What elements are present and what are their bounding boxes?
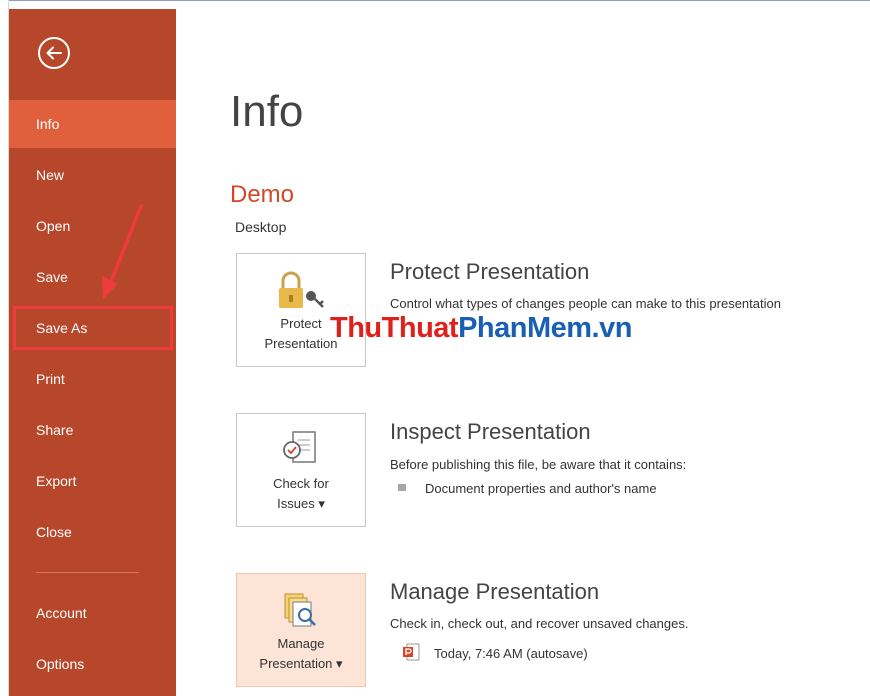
watermark-part2: PhanMem.vn xyxy=(458,312,632,344)
manage-versions-icon xyxy=(284,593,316,627)
annotation-arrow-icon xyxy=(102,204,143,299)
document-name: Demo xyxy=(230,181,295,208)
sidebar-divider xyxy=(36,572,139,573)
manage-tile-label: Manage Presentation ▾ xyxy=(237,634,365,674)
nav-print[interactable]: Print xyxy=(9,355,176,403)
inspect-section-description: Before publishing this file, be aware th… xyxy=(390,457,687,472)
nav-export[interactable]: Export xyxy=(9,457,176,505)
protect-tile-label-line2: Presentation xyxy=(264,336,338,351)
inspect-tile-label-line1: Check for xyxy=(273,476,329,491)
inspect-document-icon xyxy=(283,431,316,463)
protect-section-title: Protect Presentation xyxy=(390,259,590,284)
manage-section-description: Check in, check out, and recover unsaved… xyxy=(390,616,689,631)
inspect-bullet-text: Document properties and author's name xyxy=(425,481,657,496)
inspect-tile-label: Check for Issues ▾ xyxy=(237,474,365,514)
autosave-version-link[interactable]: Today, 7:46 AM (autosave) xyxy=(434,646,588,661)
manage-presentation-button[interactable]: Manage Presentation ▾ xyxy=(236,573,366,687)
manage-tile-label-line1: Manage xyxy=(277,636,325,651)
manage-section-title: Manage Presentation xyxy=(390,579,600,604)
backstage-main: Info Demo Desktop Protect Presentation P… xyxy=(176,9,870,696)
powerpoint-file-icon xyxy=(403,643,420,661)
lock-key-icon xyxy=(279,271,324,308)
manage-tile-label-line2: Presentation ▾ xyxy=(259,656,343,671)
page-title: Info xyxy=(230,87,304,136)
inspect-tile-label-line2: Issues ▾ xyxy=(277,496,325,511)
nav-account[interactable]: Account xyxy=(9,589,176,637)
document-location: Desktop xyxy=(235,219,287,235)
nav-share[interactable]: Share xyxy=(9,406,176,454)
bullet-marker xyxy=(398,484,406,491)
watermark-part1: ThuThuat xyxy=(330,312,459,344)
protect-tile-label-line1: Protect xyxy=(280,316,322,331)
protect-section-description: Control what types of changes people can… xyxy=(390,296,781,311)
protect-presentation-button[interactable]: Protect Presentation xyxy=(236,253,366,367)
check-for-issues-button[interactable]: Check for Issues ▾ xyxy=(236,413,366,527)
watermark-logo: ThuThuatPhanMem.vn xyxy=(330,312,632,345)
inspect-section-title: Inspect Presentation xyxy=(390,419,591,444)
nav-close[interactable]: Close xyxy=(9,508,176,556)
nav-options[interactable]: Options xyxy=(9,640,176,688)
